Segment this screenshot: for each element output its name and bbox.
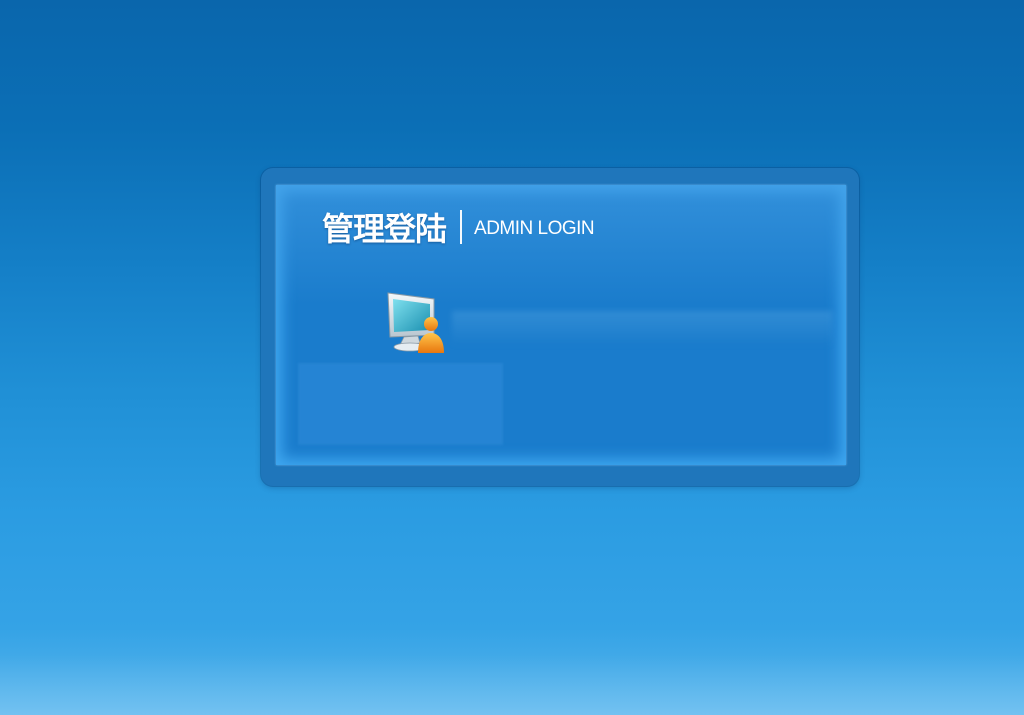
title-divider [460,210,463,244]
form-area-bottom [298,363,503,445]
login-title: 管理登陆 ADMIN LOGIN [322,207,595,248]
login-title-en: ADMIN LOGIN [474,218,595,239]
login-title-cn: 管理登陆 [322,210,447,248]
login-panel: 管理登陆 ADMIN LOGIN [276,185,846,465]
background-bottom-glow [0,655,1024,715]
form-area-top [452,311,832,345]
admin-computer-user-icon [382,287,454,359]
login-frame: 管理登陆 ADMIN LOGIN [261,168,859,486]
